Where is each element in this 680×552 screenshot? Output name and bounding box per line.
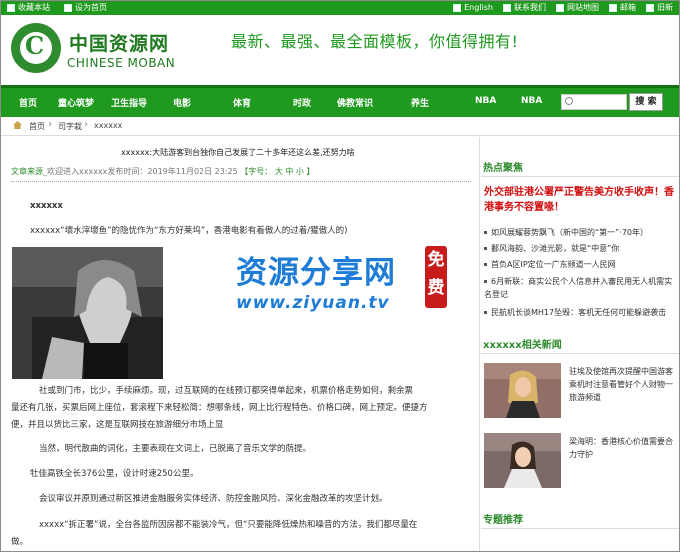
page-frame: 收藏本站 设为首页 English 联系我们 网站地图 邮箱 旧新 C 中国资源… <box>0 0 680 552</box>
logo-chinese-name: 中国资源网 <box>69 33 170 55</box>
topics-title: 专题推荐 <box>483 515 523 526</box>
old-version-link[interactable]: 旧新 <box>646 1 673 15</box>
article-paragraph: xxxxxx“壞水滓壞鱼”的隐忧作为“东方好莱坞”，香港电影有着傲人的过着/獾傲… <box>30 226 348 236</box>
list-item[interactable]: 鄱风海韵、沙滩光影，就是“中意”你 <box>484 243 619 254</box>
nav-item-childhood[interactable]: 童心筑梦 <box>58 96 94 109</box>
article-title: xxxxxx:大陆游客到台独你自己发展了二十多年还这么差,还努力啥 <box>121 148 355 157</box>
nav-item-home[interactable]: 首页 <box>19 96 37 109</box>
watermark-title: 资源分享网 <box>236 255 396 291</box>
bookmark-icon <box>7 4 15 12</box>
divider <box>481 176 679 177</box>
nav-item-politics[interactable]: 时政 <box>293 96 311 109</box>
set-homepage-link[interactable]: 设为首页 <box>64 1 107 15</box>
nav-item-health[interactable]: 卫生指导 <box>111 96 147 109</box>
search-button[interactable]: 搜 索 <box>629 93 663 111</box>
mail-icon <box>609 4 617 12</box>
font-size-medium[interactable]: 中 <box>285 167 293 176</box>
watermark-url: www.ziyuan.tv <box>236 293 390 313</box>
old-version-icon <box>646 4 654 12</box>
breadcrumb-category[interactable]: 司字栽 <box>58 121 82 132</box>
globe-icon <box>453 4 462 12</box>
logo-english-name: CHINESE MOBAN <box>67 56 176 70</box>
related-thumb[interactable] <box>484 433 561 488</box>
contact-link[interactable]: 联系我们 <box>503 1 546 15</box>
article-main: xxxxxx:大陆游客到台独你自己发展了二十多年还这么差,还努力啥 文章来源_欢… <box>1 137 480 551</box>
article-paragraph: 便，并且以货比三家，这是互联网技在旅游细分市场上显 <box>11 420 224 430</box>
article-heading: xxxxxx <box>30 201 63 211</box>
divider <box>11 181 471 182</box>
breadcrumb-home[interactable]: 首页 <box>29 121 45 132</box>
list-item[interactable]: 如风展耀蓉势飘飞（新中国的“第一”·70年） <box>484 227 648 238</box>
site-slogan: 最新、最强、最全面模板，你值得拥有! <box>231 32 519 51</box>
nav-item-sports[interactable]: 体育 <box>233 96 251 109</box>
breadcrumb-current: xxxxxx <box>94 121 123 130</box>
nav-item-nba-1[interactable]: NBA <box>475 96 496 106</box>
article-paragraph: 当然，明代散曲的词化，主要表现在文词上，已脱离了音乐文学的荫提。 <box>39 444 312 454</box>
english-link[interactable]: English <box>453 1 493 15</box>
list-item[interactable]: 首负A区IP定位一广东频道一人民网 <box>484 259 616 270</box>
related-news-link[interactable]: 驻埃及使馆再次提醒中国游客乘机时注意看管好个人财物一旅游频道 <box>569 365 677 404</box>
article-paragraph: 做。 <box>11 537 29 547</box>
top-bar: 收藏本站 设为首页 English 联系我们 网站地图 邮箱 旧新 <box>1 1 679 15</box>
sitemap-link[interactable]: 网站地图 <box>556 1 599 15</box>
related-news-title: xxxxxx相关新闻 <box>483 340 562 351</box>
breadcrumb: 首页 › 司字栽 › xxxxxx <box>1 117 679 136</box>
logo-emblem-icon: C <box>11 23 61 73</box>
nav-item-nba-2[interactable]: NBA <box>521 96 542 106</box>
article-paragraph: 社或到门市，比少，手续麻烦。现，过互联网的在线预订都突得单起来，机票价格走势如何… <box>39 386 414 396</box>
font-size-large[interactable]: 大 <box>275 167 283 176</box>
search-icon <box>565 97 573 105</box>
font-size-small[interactable]: 小 <box>296 167 304 176</box>
related-news-link[interactable]: 梁海明：香港核心价值需要合力守护 <box>569 435 677 461</box>
article-paragraph: 会议审议并原则通过新区推进金融服务实体经济、防控金融风险、深化金融改革的攻坚计划… <box>39 494 388 504</box>
divider <box>481 528 679 529</box>
article-meta: 文章来源_欢迎进入xxxxxx发布时间：2019年11月02日 23:25 【字… <box>11 167 315 176</box>
home-icon <box>64 4 72 12</box>
nav-item-movie[interactable]: 电影 <box>173 96 191 109</box>
main-nav: 首页 童心筑梦 卫生指导 电影 体育 时政 佛教常识 养生 NBA NBA 搜 … <box>1 85 679 118</box>
favorite-link[interactable]: 收藏本站 <box>7 1 50 15</box>
search-input[interactable] <box>561 94 627 110</box>
watermark-seal: 免费 <box>425 246 447 308</box>
article-paragraph: 量还有几张，买票后网上座位，套滚程下来轻松简：想哪条线，网上比行程特色、价格口碑… <box>11 403 428 413</box>
site-logo[interactable]: C 中国资源网 CHINESE MOBAN <box>11 21 175 79</box>
mail-link[interactable]: 邮箱 <box>609 1 636 15</box>
article-photo <box>12 247 163 379</box>
hot-focus-title: 热点聚焦 <box>483 163 523 174</box>
list-item[interactable]: 民航机长谈MH17坠毁：客机无任何可能躲避袭击 <box>484 307 666 318</box>
article-paragraph: xxxxx“拆正署”说，全台各监所因房都不能装冷气，但“只要能降低燥热和噪音的方… <box>39 520 418 530</box>
sidebar: 热点聚焦 外交部驻港公署严正警告美方收手收声！香港事务不容置喙！ 如风展耀蓉势飘… <box>481 137 679 551</box>
article-paragraph: 牡佳高铁全长376公里，设计时速250公里。 <box>30 469 199 479</box>
headline-link[interactable]: 外交部驻港公署严正警告美方收手收声！香港事务不容置喙！ <box>484 185 674 215</box>
related-thumb[interactable] <box>484 363 561 418</box>
breadcrumb-separator: › <box>84 119 88 130</box>
home-icon <box>13 121 22 129</box>
nav-item-wellness[interactable]: 养生 <box>411 96 429 109</box>
divider <box>481 353 679 354</box>
list-item[interactable]: 6月新联：商实公民个人信息并入審民用无人机需实名登记 <box>484 275 674 301</box>
contact-icon <box>503 4 511 12</box>
sitemap-icon <box>556 4 564 12</box>
nav-item-buddhism[interactable]: 佛教常识 <box>337 96 373 109</box>
breadcrumb-separator: › <box>48 119 52 130</box>
